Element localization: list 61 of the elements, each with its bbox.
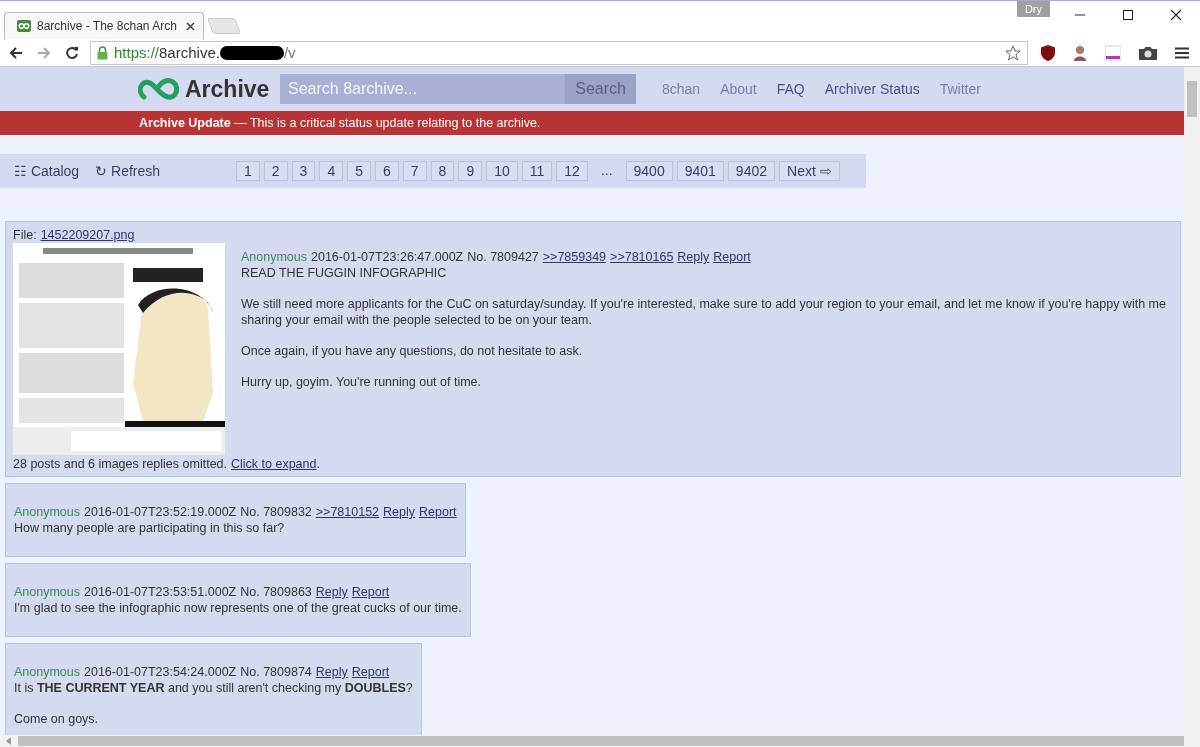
post-date: 2016-01-07T23:53:51.000Z xyxy=(84,584,237,600)
omitted-note: 28 posts and 6 images replies omitted. xyxy=(13,457,227,471)
tab-title: 8archive - The 8chan Arch xyxy=(37,19,178,33)
post-text: How many people are participating in this so far? xyxy=(14,520,286,536)
page-button[interactable]: 1 xyxy=(236,161,260,181)
page-button[interactable]: 9400 xyxy=(625,161,673,181)
post-number: No. 7809832 xyxy=(240,504,312,520)
poster-name: Anonymous xyxy=(14,584,80,600)
nav-link[interactable]: Archiver Status xyxy=(824,81,920,97)
page-button[interactable]: 4 xyxy=(319,161,344,181)
page-ellipsis: ... xyxy=(599,161,614,180)
file-label: File: xyxy=(13,228,37,242)
post-action-link[interactable]: Reply xyxy=(383,504,416,520)
page-button[interactable]: 11 xyxy=(521,161,553,181)
file-link[interactable]: 1452209207.png xyxy=(40,228,135,242)
backlink[interactable]: >>7810165 xyxy=(610,249,674,265)
post-text: Come on goys. xyxy=(14,711,100,727)
backlink[interactable]: >>7810152 xyxy=(315,504,380,520)
post-number: No. 7809863 xyxy=(240,584,312,600)
poster-name: Anonymous xyxy=(14,504,80,520)
post-action-link[interactable]: Report xyxy=(351,664,390,680)
post-text: Once again, if you have any questions, do not hesitate to ask. xyxy=(241,343,584,359)
page-button[interactable]: 6 xyxy=(375,161,399,181)
post-text: Hurry up, goyim. You're running out of time. xyxy=(241,374,482,390)
post-action-link[interactable]: Report xyxy=(351,584,390,600)
punctuation-text: . xyxy=(316,457,320,471)
poster-name: Anonymous xyxy=(241,249,307,265)
post-date: 2016-01-07T23:54:24.000Z xyxy=(84,664,237,680)
post-action-link[interactable]: Reply xyxy=(677,249,710,265)
backlink[interactable]: >>7859349 xyxy=(542,249,607,265)
address-bar[interactable]: https://8archive. /v xyxy=(90,40,1028,65)
post-date: 2016-01-07T23:52:19.000Z xyxy=(84,504,237,520)
post-text: READ THE FUGGIN INFOGRAPHIC xyxy=(241,265,448,281)
toolbar-link[interactable]: ☷ Catalog xyxy=(14,163,80,179)
post-date: 2016-01-07T23:26:47.000Z xyxy=(311,249,464,265)
post-text: We still need more applicants for the CuC on saturday/sunday. If you're interested, make sure to add your region to your email, and let me know if you're happy with me sharing your email with the people selected to be on your team. xyxy=(241,296,1167,328)
page-button[interactable]: 7 xyxy=(402,161,427,181)
page-button[interactable]: 3 xyxy=(291,161,316,181)
poster-name: Anonymous xyxy=(14,664,80,680)
post-action-link[interactable]: Reply xyxy=(315,664,348,680)
nav-link[interactable]: FAQ xyxy=(776,81,805,97)
browser-tab[interactable]: 8archive - The 8chan Arch xyxy=(4,12,204,39)
page-button[interactable]: 2 xyxy=(263,161,288,181)
page-button[interactable]: 8 xyxy=(430,161,455,181)
post-number: No. 7809874 xyxy=(240,664,312,680)
post-action-link[interactable]: Report xyxy=(713,249,751,265)
page-button[interactable]: 9402 xyxy=(727,161,775,181)
post-number: No. 7809427 xyxy=(467,249,539,265)
post-text: I'm glad to see the infographic now represents one of the great cucks of our time. xyxy=(14,600,462,616)
page-button[interactable]: 10 xyxy=(486,161,518,181)
page-button[interactable]: 9 xyxy=(458,161,483,181)
page-button[interactable]: 9401 xyxy=(676,161,724,181)
page-button[interactable]: Next ⇨ xyxy=(779,161,840,181)
page-button[interactable]: 5 xyxy=(347,161,371,181)
toolbar-link[interactable]: ↻ Refresh xyxy=(95,163,161,179)
logo-text[interactable]: Archive xyxy=(185,75,270,103)
banner-text: Archive Update — This is a critical status update relating to the archive. xyxy=(139,116,541,130)
page-button[interactable]: 12 xyxy=(556,161,588,181)
post-action-link[interactable]: Reply xyxy=(315,584,348,600)
post-text: It is THE CURRENT YEAR and you still aren't checking my DOUBLES? xyxy=(14,680,413,696)
post-action-link[interactable]: Report xyxy=(419,504,457,520)
